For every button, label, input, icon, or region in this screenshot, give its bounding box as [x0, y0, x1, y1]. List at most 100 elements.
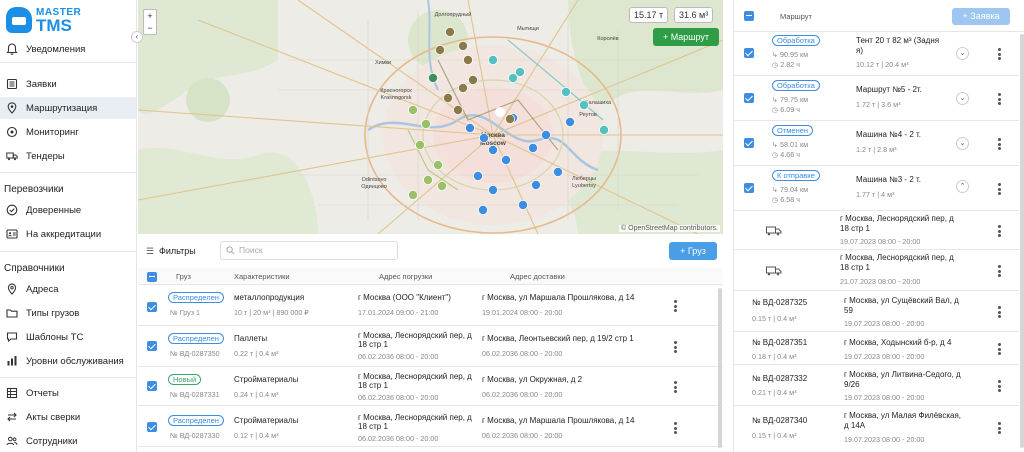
- table-row[interactable]: Распределен № Груз 1 металлопродукция 10…: [138, 286, 723, 326]
- map-marker[interactable]: [414, 139, 425, 150]
- route-map[interactable]: Долгопрудный Мытищи Химки Королёв Красно…: [138, 0, 723, 234]
- sidebar-item-accreditation[interactable]: На аккредитации: [0, 223, 136, 245]
- order-menu-button[interactable]: [998, 343, 1002, 355]
- route-row-expanded[interactable]: К отправке ↳ 79.04 км ◷ 6.58 ч Машина №3…: [734, 167, 1019, 211]
- sidebar-item-reconciliation[interactable]: Акты сверки: [0, 406, 136, 428]
- table-row[interactable]: Распределен № ВД-0287330 Стройматериалы …: [138, 407, 723, 447]
- route-stop[interactable]: г Москва, Леснорядский пер, д 18 стр 1 2…: [734, 251, 1019, 291]
- select-all-routes-checkbox[interactable]: [744, 11, 754, 21]
- row-checkbox[interactable]: [147, 422, 157, 432]
- map-marker[interactable]: [422, 174, 433, 185]
- route-menu-button[interactable]: [998, 138, 1002, 150]
- sidebar-item-trusted[interactable]: Доверенные: [0, 199, 136, 221]
- table-scrollbar[interactable]: [718, 288, 722, 448]
- row-checkbox[interactable]: [147, 341, 157, 351]
- map-marker[interactable]: [500, 154, 511, 165]
- route-row[interactable]: Обработка ↳ 90.95 км ◷ 2.82 ч Тент 20 т …: [734, 32, 1019, 76]
- route-order[interactable]: № ВД-0287351 0.18 т | 0.4 м³ г Москва, Х…: [734, 333, 1019, 365]
- route-checkbox[interactable]: [744, 48, 754, 58]
- route-menu-button[interactable]: [998, 93, 1002, 105]
- map-marker[interactable]: [427, 73, 438, 84]
- row-menu-button[interactable]: [674, 341, 678, 353]
- map-marker[interactable]: [598, 125, 609, 136]
- collapse-sidebar-button[interactable]: ‹: [131, 31, 143, 43]
- expand-route-button[interactable]: ⌄: [956, 47, 969, 60]
- map-marker[interactable]: [530, 179, 541, 190]
- route-menu-button[interactable]: [998, 48, 1002, 60]
- map-marker[interactable]: [552, 166, 563, 177]
- order-menu-button[interactable]: [998, 380, 1002, 392]
- sidebar-item-cargo-types[interactable]: Типы грузов: [0, 302, 136, 324]
- order-menu-button[interactable]: [998, 422, 1002, 434]
- map-marker[interactable]: [464, 123, 475, 134]
- map-marker[interactable]: [462, 55, 473, 66]
- search-input[interactable]: Поиск: [220, 241, 398, 260]
- map-marker[interactable]: [444, 26, 455, 37]
- expand-route-button[interactable]: ⌄: [956, 137, 969, 150]
- sidebar-item-addresses[interactable]: Адреса: [0, 278, 136, 300]
- stop-menu-button[interactable]: [998, 265, 1002, 277]
- map-marker[interactable]: [540, 129, 551, 140]
- row-menu-button[interactable]: [674, 422, 678, 434]
- map-marker[interactable]: [527, 142, 538, 153]
- map-marker[interactable]: [514, 67, 525, 78]
- sidebar-item-requests[interactable]: Заявки: [0, 73, 136, 95]
- sidebar-item-service-levels[interactable]: Уровни обслуживания: [0, 350, 136, 372]
- table-row[interactable]: Новый № ВД-0287331 Стройматериалы 0.24 т…: [138, 368, 723, 406]
- route-menu-button[interactable]: [998, 183, 1002, 195]
- sidebar-item-routing[interactable]: Маршрутизация: [0, 97, 136, 119]
- sidebar-item-reports[interactable]: Отчеты: [0, 382, 136, 404]
- route-checkbox[interactable]: [744, 93, 754, 103]
- map-marker[interactable]: [477, 204, 488, 215]
- sidebar-item-notifications[interactable]: Уведомления: [0, 38, 136, 60]
- routes-scrollbar[interactable]: [1020, 34, 1024, 448]
- route-order[interactable]: № ВД-0287340 0.15 т | 0.4 м³ г Москва, у…: [734, 407, 1019, 449]
- map-marker[interactable]: [434, 45, 445, 56]
- route-order[interactable]: № ВД-0287332 0.21 т | 0.4 м³ г Москва, у…: [734, 366, 1019, 406]
- create-request-button[interactable]: + Заявка: [952, 8, 1010, 25]
- map-marker[interactable]: [436, 180, 447, 191]
- route-checkbox[interactable]: [744, 183, 754, 193]
- logo[interactable]: MASTER TMS: [6, 5, 92, 35]
- filters-button[interactable]: ☰ Фильтры: [146, 243, 208, 259]
- map-marker[interactable]: [487, 55, 498, 66]
- map-marker[interactable]: [494, 107, 505, 118]
- zoom-control[interactable]: + −: [143, 9, 157, 35]
- route-row[interactable]: Обработка ↳ 79.75 км ◷ 6.09 ч Маршрут №5…: [734, 77, 1019, 121]
- map-marker[interactable]: [517, 199, 528, 210]
- map-marker[interactable]: [407, 189, 418, 200]
- sidebar-item-vehicle-templates[interactable]: Шаблоны ТС: [0, 326, 136, 348]
- zoom-out-button[interactable]: −: [144, 22, 156, 34]
- map-marker[interactable]: [442, 93, 453, 104]
- map-marker[interactable]: [564, 117, 575, 128]
- map-marker[interactable]: [457, 83, 468, 94]
- route-order[interactable]: № ВД-0287325 0.15 т | 0.4 м³ г Москва, у…: [734, 292, 1019, 332]
- select-all-checkbox[interactable]: [147, 272, 157, 282]
- stop-menu-button[interactable]: [998, 225, 1002, 237]
- sidebar-item-monitoring[interactable]: Мониторинг: [0, 121, 136, 143]
- map-marker[interactable]: [457, 41, 468, 52]
- map-marker[interactable]: [432, 159, 443, 170]
- route-checkbox[interactable]: [744, 138, 754, 148]
- map-marker[interactable]: [487, 184, 498, 195]
- map-marker[interactable]: [407, 105, 418, 116]
- row-checkbox[interactable]: [147, 302, 157, 312]
- row-menu-button[interactable]: [674, 381, 678, 393]
- expand-route-button[interactable]: ⌄: [956, 92, 969, 105]
- add-route-button[interactable]: + Маршрут: [653, 28, 719, 46]
- sidebar-item-employees[interactable]: Сотрудники: [0, 430, 136, 452]
- row-checkbox[interactable]: [147, 381, 157, 391]
- map-marker[interactable]: [467, 75, 478, 86]
- map-marker[interactable]: [578, 100, 589, 111]
- collapse-route-button[interactable]: ⌃: [956, 180, 969, 193]
- zoom-in-button[interactable]: +: [144, 10, 156, 22]
- map-marker[interactable]: [472, 170, 483, 181]
- map-marker[interactable]: [487, 144, 498, 155]
- map-marker[interactable]: [478, 132, 489, 143]
- add-cargo-button[interactable]: + Груз: [669, 242, 717, 260]
- route-stop[interactable]: г Москва, Леснорядский пер, д 18 стр 1 1…: [734, 212, 1019, 250]
- table-row[interactable]: Распределен № ВД-0287350 Паллеты 0.22 т …: [138, 327, 723, 367]
- map-marker[interactable]: [560, 87, 571, 98]
- route-row[interactable]: Отменен ↳ 58.01 км ◷ 4.66 ч Машина №4 - …: [734, 122, 1019, 166]
- map-marker[interactable]: [504, 114, 515, 125]
